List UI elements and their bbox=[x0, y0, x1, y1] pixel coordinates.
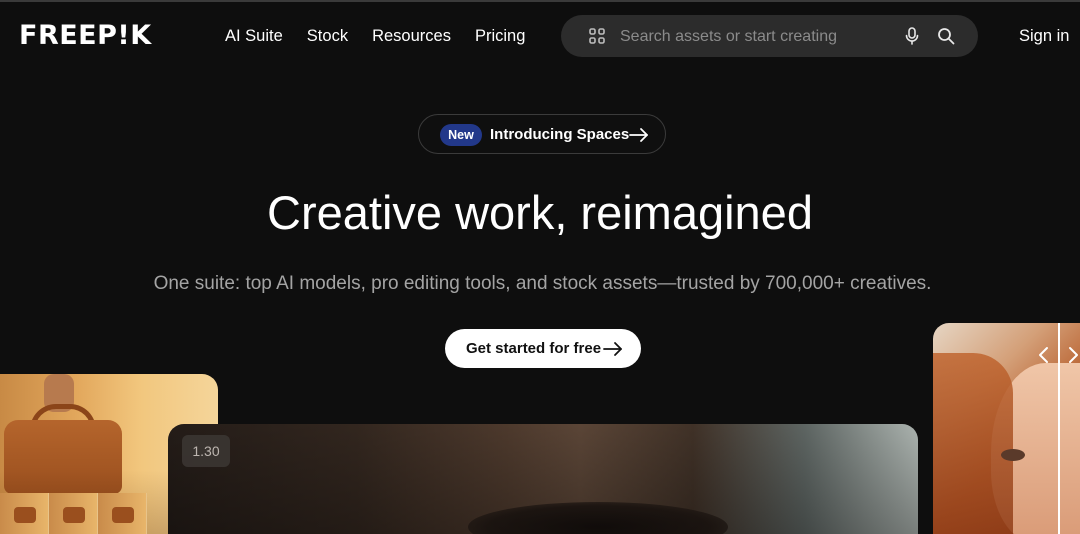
thumbnail-strip bbox=[0, 493, 148, 534]
logo-text: FREEP!K bbox=[19, 20, 152, 51]
hero-subheadline: One suite: top AI models, pro editing to… bbox=[153, 273, 932, 294]
freepik-logo[interactable]: FREEP!K bbox=[19, 22, 152, 50]
portrait-comparison-image[interactable] bbox=[933, 323, 1080, 534]
video-timestamp: 1.30 bbox=[182, 435, 230, 467]
search-icon[interactable] bbox=[937, 27, 955, 45]
arrow-right-icon bbox=[603, 342, 622, 356]
thumbnail[interactable] bbox=[49, 493, 98, 534]
thumbnail[interactable] bbox=[0, 493, 49, 534]
chevron-left-icon[interactable] bbox=[1036, 346, 1052, 364]
announcement-text: Introducing Spaces bbox=[490, 126, 630, 143]
grid-icon[interactable] bbox=[589, 28, 605, 44]
microphone-icon[interactable] bbox=[904, 27, 920, 45]
chevron-right-icon[interactable] bbox=[1066, 346, 1080, 364]
nav-pricing[interactable]: Pricing bbox=[475, 24, 525, 48]
video-shade bbox=[168, 424, 918, 534]
top-border bbox=[0, 0, 1080, 2]
closeup-video[interactable]: 1.30 bbox=[168, 424, 918, 534]
eye-shape bbox=[1001, 449, 1025, 461]
get-started-button[interactable]: Get started for free bbox=[445, 329, 641, 368]
hair-shape bbox=[933, 353, 1013, 534]
get-started-label: Get started for free bbox=[466, 340, 602, 357]
announcement-pill[interactable]: New Introducing Spaces bbox=[418, 114, 666, 154]
thumbnail[interactable] bbox=[98, 493, 147, 534]
nav-stock[interactable]: Stock bbox=[307, 24, 348, 48]
main-nav: AI Suite Stock Resources Pricing bbox=[225, 24, 549, 48]
nav-ai-suite[interactable]: AI Suite bbox=[225, 24, 283, 48]
hero-headline: Creative work, reimagined bbox=[267, 186, 813, 239]
comparison-divider[interactable] bbox=[1058, 323, 1060, 534]
arrow-right-icon bbox=[629, 128, 648, 142]
sign-in-link[interactable]: Sign in bbox=[1019, 24, 1069, 48]
search-bar[interactable] bbox=[561, 15, 978, 57]
nav-resources[interactable]: Resources bbox=[372, 24, 451, 48]
search-input[interactable] bbox=[618, 25, 892, 49]
new-badge: New bbox=[440, 124, 482, 146]
